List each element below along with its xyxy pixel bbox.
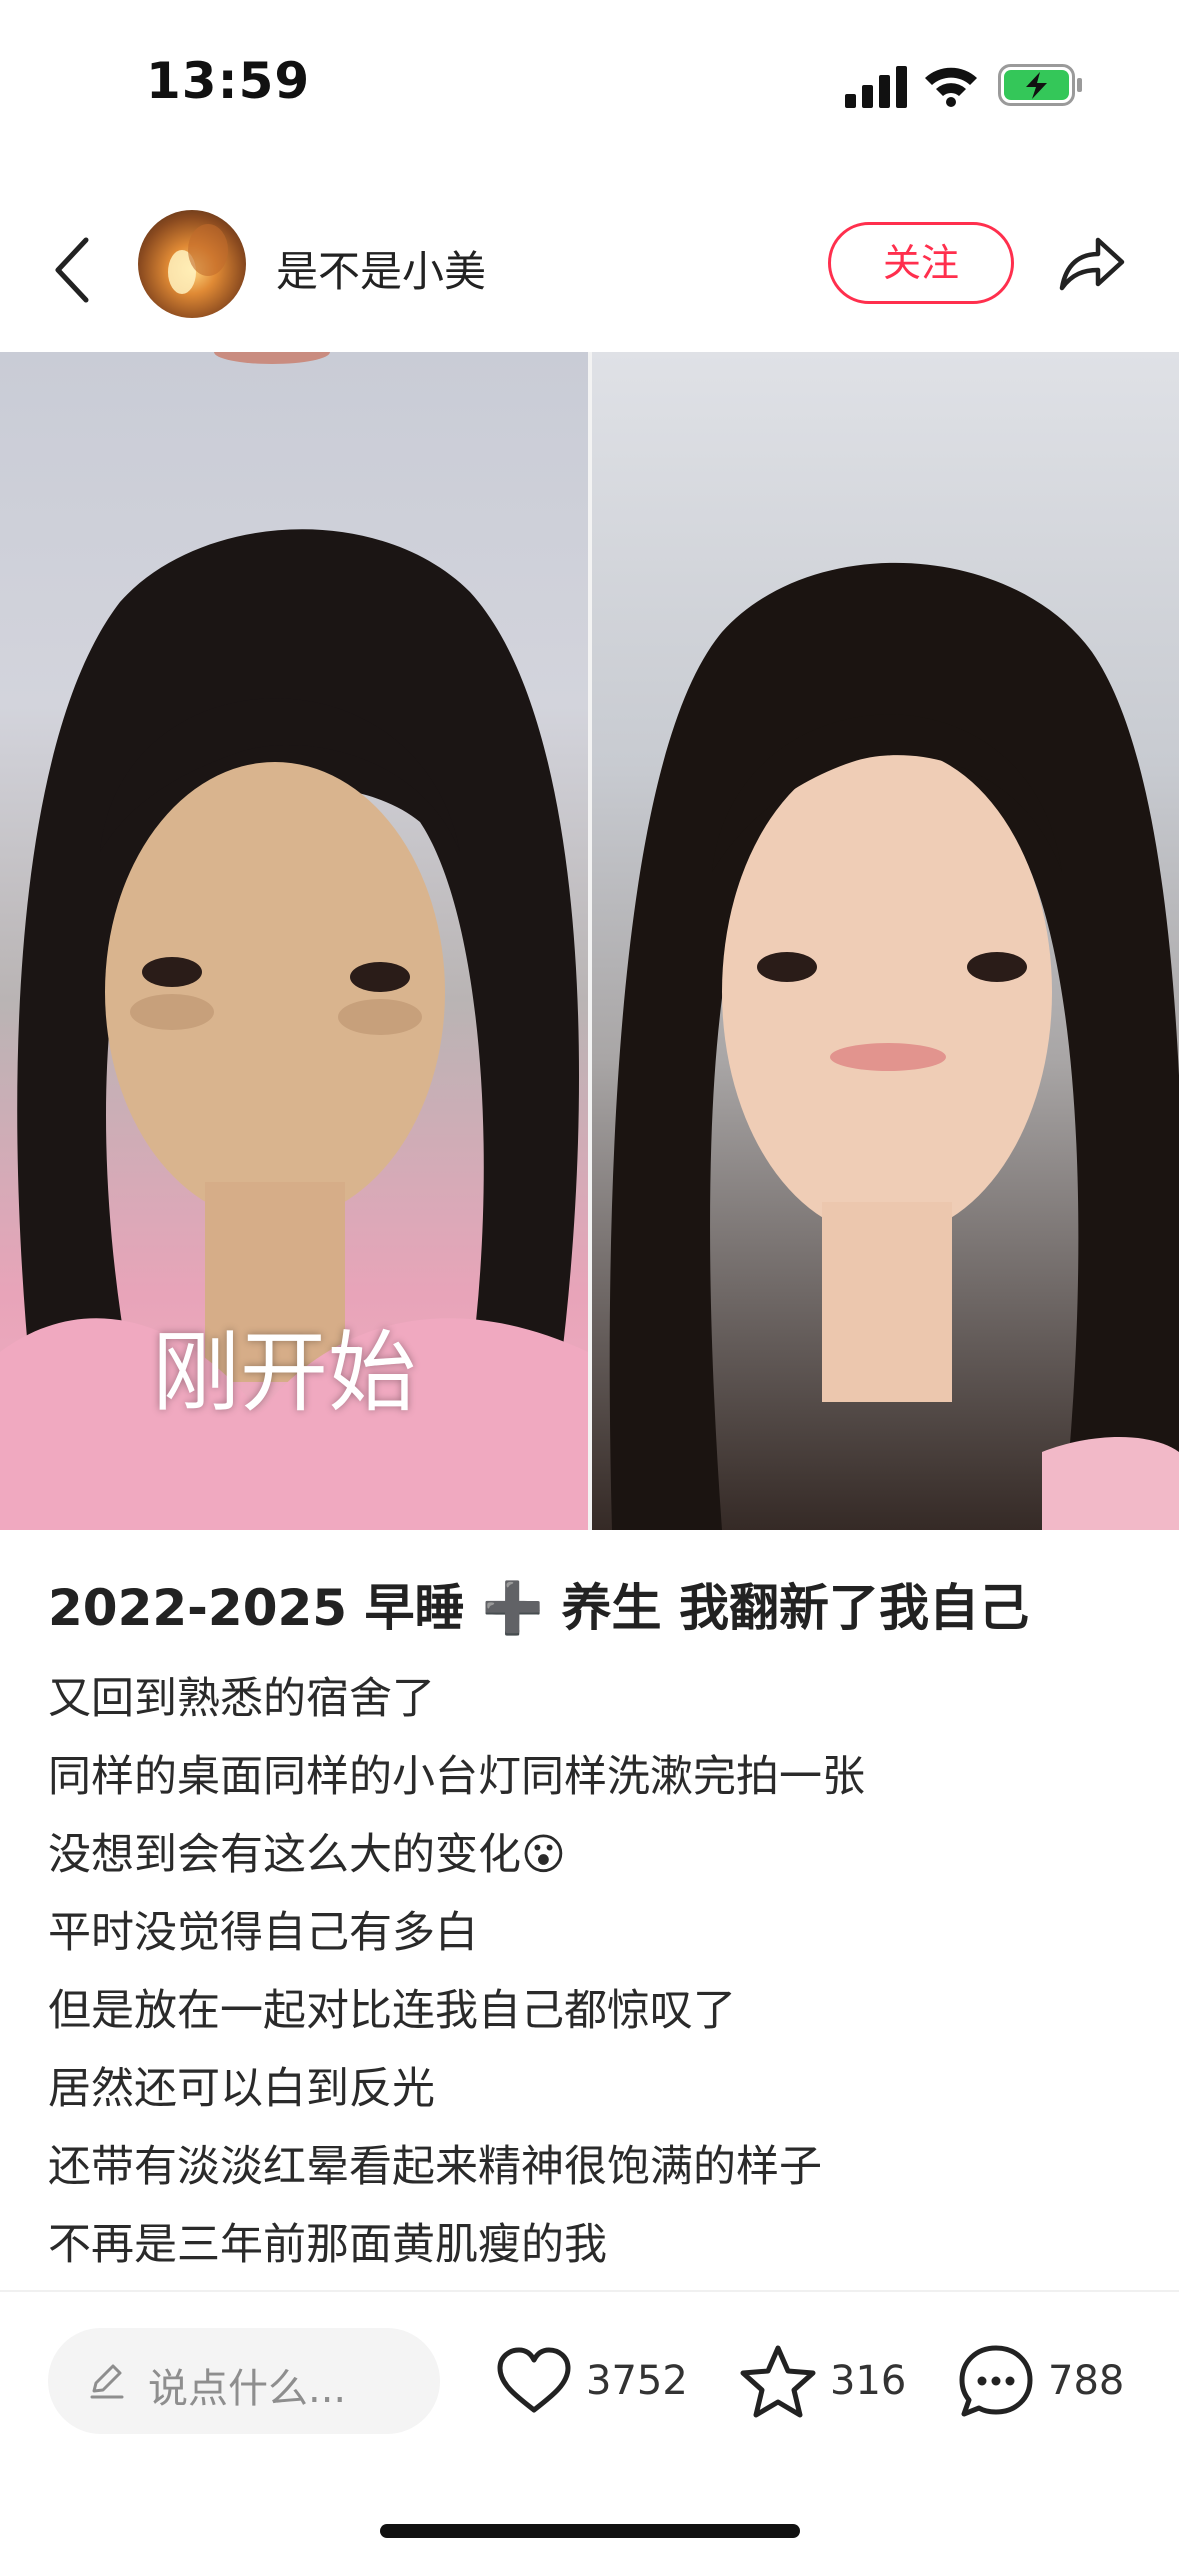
- photo-caption: 刚开始: [152, 1321, 417, 1424]
- post-line: 还带有淡淡红晕看起来精神很饱满的样子: [48, 2142, 822, 2192]
- wifi-icon: [925, 67, 977, 107]
- like-button[interactable]: 3752: [494, 2342, 694, 2422]
- before-photo: 刚开始: [0, 352, 588, 1530]
- battery-charging-icon: [998, 64, 1082, 106]
- comment-input[interactable]: 说点什么...: [48, 2328, 440, 2434]
- post-body: 又回到熟悉的宿舍了 同样的桌面同样的小台灯同样洗漱完拍一张 没想到会有这么大的变…: [48, 1660, 865, 2284]
- comment-button[interactable]: 788: [956, 2342, 1156, 2422]
- post-line: 平时没觉得自己有多白: [48, 1908, 478, 1958]
- pencil-icon: [90, 2364, 124, 2399]
- avatar[interactable]: [138, 210, 246, 318]
- post-line: 但是放在一起对比连我自己都惊叹了: [48, 1986, 736, 2036]
- status-time: 13:59: [146, 52, 311, 110]
- post-line: 没想到会有这么大的变化😮: [48, 1830, 566, 1880]
- back-icon[interactable]: [50, 234, 94, 306]
- share-icon[interactable]: [1056, 228, 1126, 296]
- post-image[interactable]: 刚开始: [0, 352, 1179, 1530]
- post-line: 居然还可以白到反光: [48, 2064, 435, 2114]
- post-line: 同样的桌面同样的小台灯同样洗漱完拍一张: [48, 1752, 865, 1802]
- post-title: 2022-2025 早睡 ➕ 养生 我翻新了我自己: [48, 1579, 1029, 1637]
- comment-count-label: 788: [1048, 2358, 1125, 2404]
- collect-count: 316: [830, 2358, 907, 2404]
- post-line: 又回到熟悉的宿舍了: [48, 1674, 435, 1724]
- signal-icon: [845, 66, 907, 108]
- username[interactable]: 是不是小美: [276, 238, 486, 299]
- post-line: 不再是三年前那面黄肌瘦的我: [48, 2220, 607, 2270]
- nav-bar: 是不是小美 关注: [0, 200, 1179, 350]
- bottom-bar: 说点什么... 3752 316 788: [0, 2290, 1179, 2558]
- collect-button[interactable]: 316: [738, 2342, 906, 2422]
- like-count: 3752: [586, 2358, 688, 2404]
- after-photo: [592, 352, 1179, 1530]
- heart-icon: [497, 2347, 571, 2413]
- avatar-image: [168, 224, 228, 294]
- comment-placeholder: 说点什么...: [148, 2366, 347, 2412]
- star-icon: [740, 2345, 816, 2418]
- home-indicator[interactable]: [380, 2524, 800, 2538]
- comment-bubble-icon: [959, 2345, 1033, 2417]
- follow-button[interactable]: 关注: [828, 222, 1014, 304]
- status-bar: 13:59: [0, 0, 1179, 170]
